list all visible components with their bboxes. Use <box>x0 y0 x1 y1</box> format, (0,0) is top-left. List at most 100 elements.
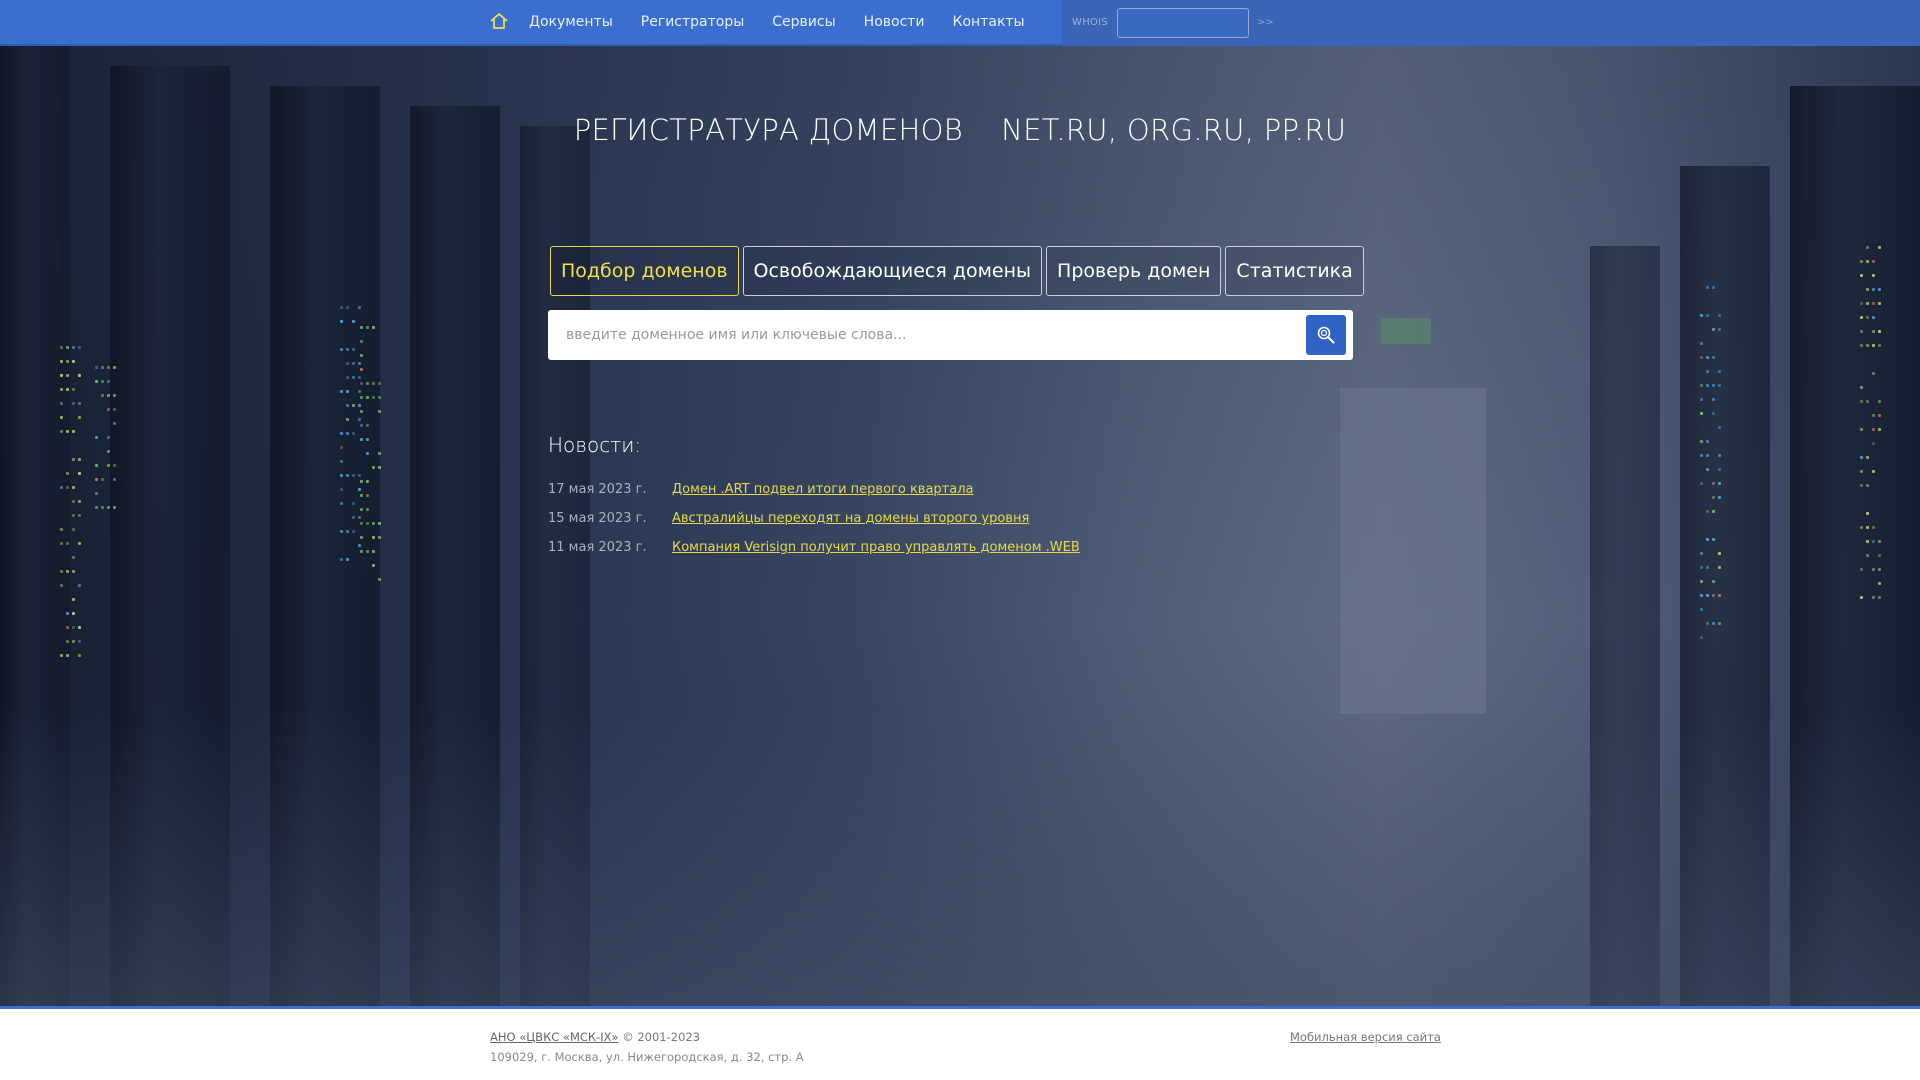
server-led <box>1860 316 1863 319</box>
server-led <box>372 564 375 567</box>
server-led <box>101 478 104 481</box>
footer-org-link[interactable]: АНО «ЦВКС «МСК-IX» <box>490 1030 619 1044</box>
server-led <box>101 394 104 397</box>
server-led <box>352 376 355 379</box>
server-led <box>366 326 369 329</box>
server-led <box>366 550 369 553</box>
server-led <box>1700 566 1703 569</box>
server-led <box>1872 330 1875 333</box>
server-led <box>1860 330 1863 333</box>
server-led <box>1860 456 1863 459</box>
server-led <box>372 396 375 399</box>
news-link[interactable]: Компания Verisign получит право управлят… <box>672 540 1080 555</box>
server-led <box>78 542 81 545</box>
server-led <box>113 464 116 467</box>
server-led <box>1712 496 1715 499</box>
server-led <box>1866 512 1869 515</box>
server-led <box>366 396 369 399</box>
server-led <box>107 408 110 411</box>
server-led <box>1860 260 1863 263</box>
server-led <box>1700 580 1703 583</box>
domain-search-input[interactable] <box>548 310 1298 360</box>
server-led <box>1866 316 1869 319</box>
server-led <box>358 376 361 379</box>
server-led <box>372 522 375 525</box>
server-led <box>360 326 363 329</box>
footer-copyright-years: © 2001-2023 <box>618 1030 701 1044</box>
server-led <box>1860 386 1863 389</box>
server-led <box>72 458 75 461</box>
server-led <box>366 494 369 497</box>
server-led <box>340 432 343 435</box>
home-icon[interactable] <box>489 11 509 31</box>
news-date: 15 мая 2023 г. <box>548 511 647 526</box>
server-led <box>366 522 369 525</box>
server-led <box>340 488 343 491</box>
server-led <box>107 394 110 397</box>
nav-item-registrars[interactable]: Регистраторы <box>641 14 745 30</box>
server-led <box>358 544 361 547</box>
tab-check-domain[interactable]: Проверь домен <box>1046 246 1222 296</box>
server-led <box>60 584 63 587</box>
server-led <box>1718 552 1721 555</box>
search-icon <box>1317 326 1335 344</box>
server-led <box>358 418 361 421</box>
server-led <box>60 654 63 657</box>
server-led <box>78 346 81 349</box>
whois-label: WHOIS <box>1072 17 1109 28</box>
server-led <box>372 466 375 469</box>
server-led <box>78 584 81 587</box>
server-led <box>1878 246 1881 249</box>
server-led <box>1712 580 1715 583</box>
server-led <box>72 360 75 363</box>
server-led <box>360 382 363 385</box>
server-led <box>346 418 349 421</box>
news-item: 17 мая 2023 г. Домен .ART подвел итоги п… <box>548 475 1248 504</box>
tab-releasing-domains[interactable]: Освобождающиеся домены <box>742 246 1043 296</box>
server-led <box>360 354 363 357</box>
whois-input[interactable] <box>1117 8 1249 38</box>
server-led <box>1712 398 1715 401</box>
server-led <box>1878 568 1881 571</box>
search-button[interactable] <box>1306 315 1346 355</box>
whois-submit-button[interactable]: >> <box>1257 17 1274 28</box>
news-item: 11 мая 2023 г. Компания Verisign получит… <box>548 533 1248 562</box>
server-led <box>358 474 361 477</box>
server-led <box>1706 370 1709 373</box>
server-led <box>1860 302 1863 305</box>
nav-item-documents[interactable]: Документы <box>529 14 613 30</box>
server-led <box>95 366 98 369</box>
news-link[interactable]: Австралийцы переходят на домены второго … <box>672 511 1029 526</box>
nav-item-services[interactable]: Сервисы <box>772 14 835 30</box>
server-led <box>360 494 363 497</box>
server-led <box>1860 274 1863 277</box>
server-led <box>107 436 110 439</box>
news-link[interactable]: Домен .ART подвел итоги первого квартала <box>672 482 974 497</box>
server-led <box>366 452 369 455</box>
server-led <box>78 402 81 405</box>
nav-item-contacts[interactable]: Контакты <box>953 14 1025 30</box>
server-led <box>101 506 104 509</box>
mobile-version-link[interactable]: Мобильная версия сайта <box>1290 1030 1441 1044</box>
server-led <box>1700 314 1703 317</box>
server-led <box>1718 594 1721 597</box>
server-led <box>1700 482 1703 485</box>
server-led <box>72 640 75 643</box>
nav-item-news[interactable]: Новости <box>864 14 925 30</box>
server-led <box>1872 274 1875 277</box>
server-led <box>113 422 116 425</box>
server-led <box>1866 400 1869 403</box>
server-led <box>1866 288 1869 291</box>
server-led <box>1866 246 1869 249</box>
tab-statistics[interactable]: Статистика <box>1225 246 1364 296</box>
tab-domain-search[interactable]: Подбор доменов <box>550 246 739 296</box>
server-led <box>66 346 69 349</box>
footer-copyright: АНО «ЦВКС «МСК-IX» © 2001-2023 <box>490 1030 700 1044</box>
news-list: 17 мая 2023 г. Домен .ART подвел итоги п… <box>548 475 1248 562</box>
server-led <box>1718 468 1721 471</box>
server-led <box>78 654 81 657</box>
server-led <box>378 578 381 581</box>
server-led <box>360 410 363 413</box>
server-led <box>1878 400 1881 403</box>
server-led <box>1706 510 1709 513</box>
